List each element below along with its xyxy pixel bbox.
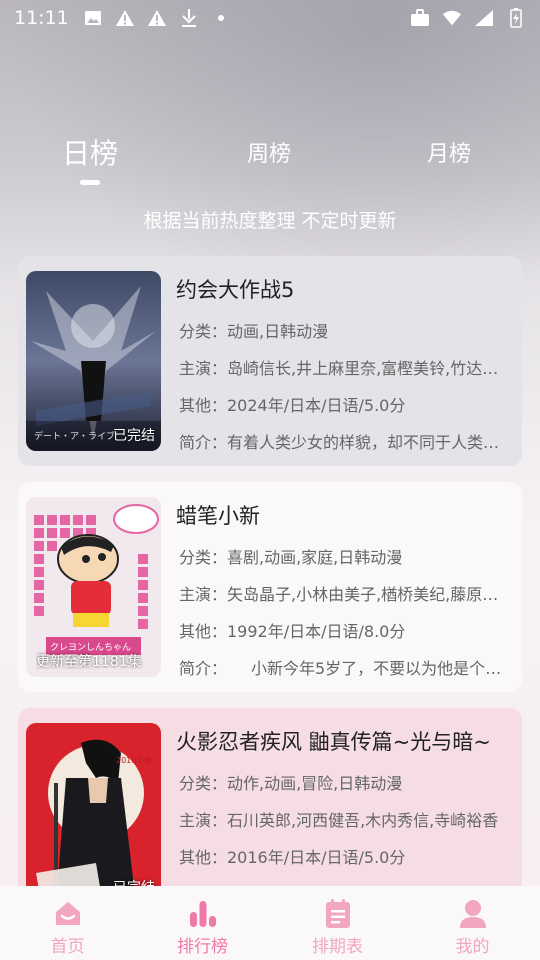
item-cast: 主演：石川英郎,河西健吾,木内秀信,寺崎裕香 (179, 811, 499, 830)
download-icon (179, 8, 199, 28)
item-other: 其他：1992年/日本/日语/8.0分 (179, 622, 406, 641)
status-time: 11:11 (14, 7, 69, 29)
list-item[interactable]: デート・ア・ライブ 已完结 约会大作战5 分类：动画,日韩动漫 主演：岛崎信长,… (18, 256, 522, 466)
briefcase-icon (410, 8, 430, 28)
home-icon (55, 902, 80, 925)
wifi-icon (442, 8, 462, 28)
status-bar: 11:11 (0, 0, 540, 36)
tab-weekly[interactable]: 周榜 (247, 136, 291, 168)
nav-ranking[interactable]: 排行榜 (135, 886, 270, 960)
item-other: 其他：2024年/日本/日语/5.0分 (179, 396, 406, 415)
poster-image[interactable]: 2016年春 已完结 (26, 723, 161, 903)
nav-profile[interactable]: 我的 (405, 886, 540, 960)
poster-logo-text: デート・ア・ライブ (34, 430, 115, 442)
tab-monthly[interactable]: 月榜 (427, 136, 471, 168)
item-category: 分类：动作,动画,冒险,日韩动漫 (179, 774, 403, 793)
status-badge: 已完结 (113, 428, 155, 444)
item-title[interactable]: 火影忍者疾风 鼬真传篇~光与暗~ (176, 726, 511, 756)
notification-dot-icon (211, 8, 231, 28)
poster-image[interactable]: クレヨンしんちゃん 更新至第1181集 (26, 497, 161, 677)
item-other: 其他：2016年/日本/日语/5.0分 (179, 848, 406, 867)
poster-image[interactable]: デート・ア・ライブ 已完结 (26, 271, 161, 451)
nav-home-label: 首页 (50, 937, 85, 957)
nav-profile-label: 我的 (455, 937, 490, 957)
image-icon (83, 8, 103, 28)
poster-logo-text: 2016年春 (116, 755, 152, 765)
nav-ranking-label: 排行榜 (177, 937, 228, 957)
nav-schedule-label: 排期表 (312, 937, 363, 957)
warning-icon (147, 8, 167, 28)
bottom-nav: 首页 排行榜 排期表 我的 (0, 886, 540, 960)
item-title[interactable]: 蜡笔小新 (176, 500, 511, 530)
nav-schedule[interactable]: 排期表 (270, 886, 405, 960)
tab-daily[interactable]: 日榜 (62, 132, 118, 172)
status-badge: 更新至第1181集 (36, 654, 142, 670)
battery-charging-icon (506, 8, 526, 28)
active-tab-indicator (80, 180, 100, 185)
warning-icon (115, 8, 135, 28)
item-cast: 主演：矢岛晶子,小林由美子,楢桥美纪,藤原启治 (179, 585, 511, 604)
ranking-icon (189, 901, 216, 927)
item-summary: 简介： 小新今年5岁了，不要以为他是个乖孩子 (179, 659, 511, 678)
item-category: 分类：动画,日韩动漫 (179, 322, 329, 341)
signal-icon (474, 8, 494, 28)
ranking-list: デート・ア・ライブ 已完结 约会大作战5 分类：动画,日韩动漫 主演：岛崎信长,… (18, 256, 522, 934)
item-summary: 简介：有着人类少女的样貌，却不同于人类的精灵 (179, 433, 511, 452)
item-title[interactable]: 约会大作战5 (176, 274, 511, 304)
profile-icon (459, 900, 486, 928)
item-cast: 主演：岛崎信长,井上麻里奈,富樫美铃,竹达彩奈 (179, 359, 511, 378)
item-category: 分类：喜剧,动画,家庭,日韩动漫 (179, 548, 403, 567)
list-item[interactable]: クレヨンしんちゃん 更新至第1181集 蜡笔小新 分类：喜剧,动画,家庭,日韩动… (18, 482, 522, 692)
nav-home[interactable]: 首页 (0, 886, 135, 960)
schedule-icon (325, 899, 350, 928)
status-right (398, 8, 526, 28)
ranking-tabs: 日榜 周榜 月榜 (0, 136, 540, 186)
ranking-subtitle: 根据当前热度整理 不定时更新 (143, 210, 397, 232)
